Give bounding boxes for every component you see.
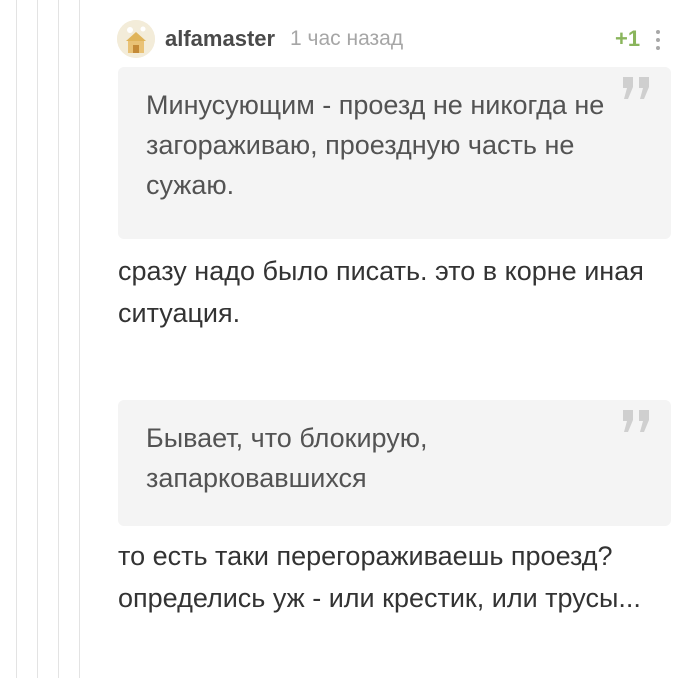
username[interactable]: alfamaster [165,26,275,52]
more-vertical-icon[interactable] [654,28,662,52]
comment-header: alfamaster 1 час назад +1 [117,20,677,60]
quote-block: Минусующим - проезд не никогда не загора… [118,67,671,239]
avatar[interactable] [117,20,155,58]
reply-text: то есть таки перегораживаешь проезд? опр… [118,541,641,613]
quote-text: Бывает, что блокирую, запарковавшихся [146,423,428,493]
reply-text: сразу надо было писать. это в корне иная… [118,256,644,328]
quote-mark-icon [623,410,649,432]
comment-timestamp[interactable]: 1 час назад [290,27,403,51]
comment: alfamaster 1 час назад +1 Минусующим - п… [0,0,700,678]
quote-mark-icon [623,77,649,99]
comment-rating: +1 [615,26,641,51]
quote-block: Бывает, что блокирую, запарковавшихся [118,400,671,526]
avatar-house-icon [117,20,155,58]
quote-text: Минусующим - проезд не никогда не загора… [146,90,605,200]
